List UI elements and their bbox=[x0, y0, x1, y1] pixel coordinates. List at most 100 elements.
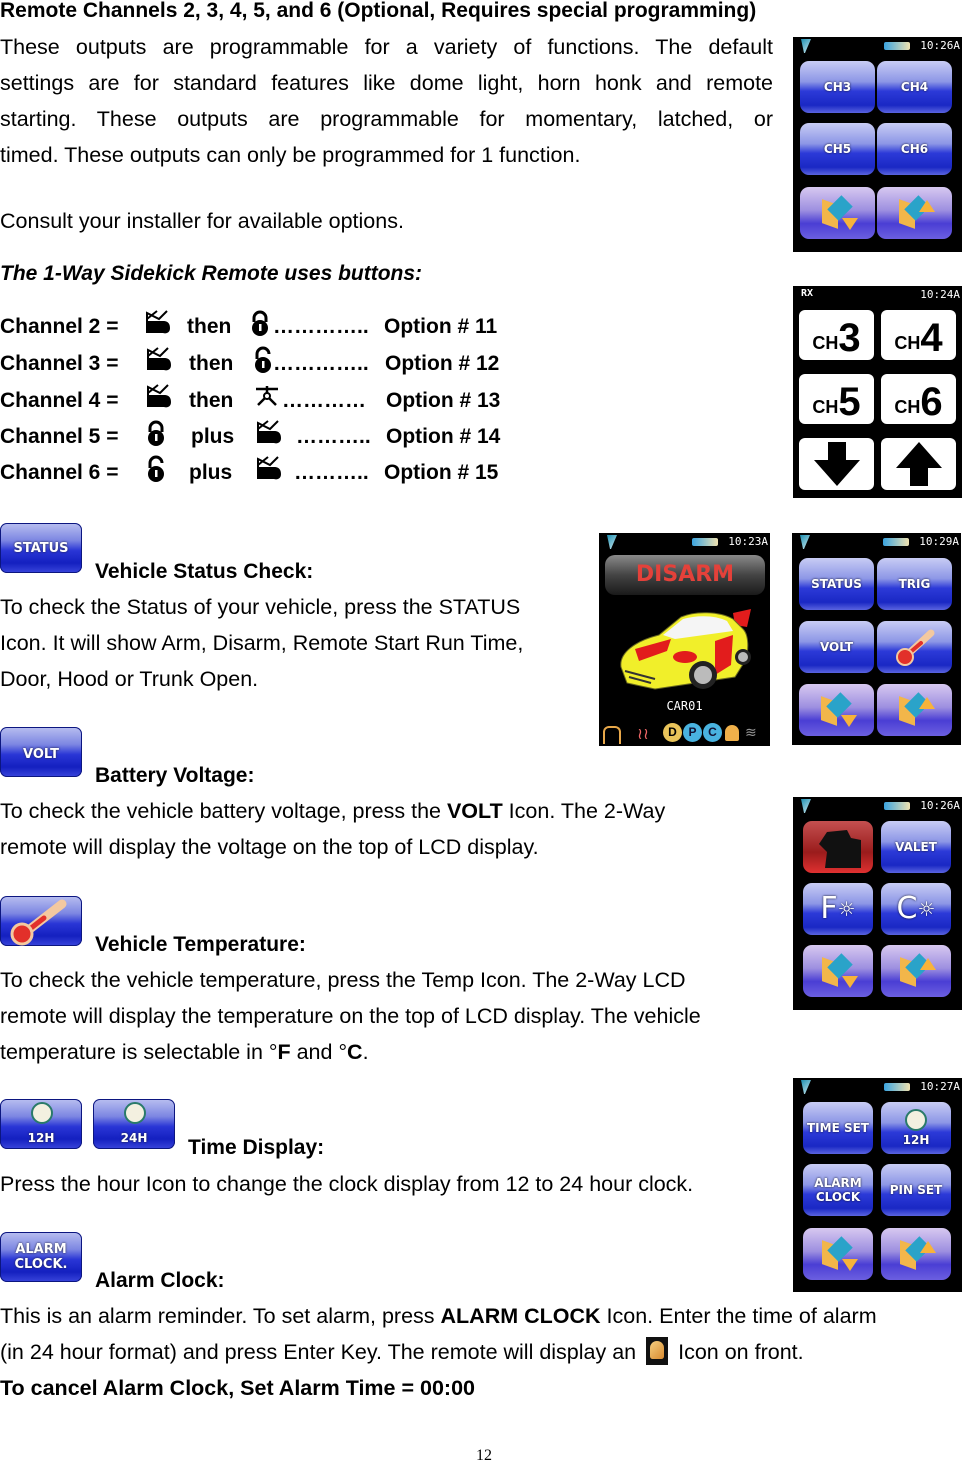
temp-app-icon bbox=[0, 896, 82, 946]
channel-row: Channel 5 = plus ……….. Option # 14 bbox=[0, 419, 560, 455]
channel-option: Option # 14 bbox=[386, 425, 501, 448]
car-image bbox=[620, 609, 751, 690]
trig-button: TRIG bbox=[877, 558, 952, 610]
channel-option: Option # 15 bbox=[384, 461, 499, 484]
channel-joiner: then bbox=[189, 352, 234, 375]
channel-option: Option # 12 bbox=[385, 352, 500, 375]
pin-set-button: PIN SET bbox=[881, 1164, 951, 1216]
status-app-icon: STATUS bbox=[0, 523, 82, 573]
antenna-icon bbox=[801, 1080, 811, 1094]
screen-disarm: 10:23A DISARM CAR01 ≀≀ D P C ≋ bbox=[599, 533, 770, 746]
valet-button: VALET bbox=[881, 821, 951, 873]
24h-app-icon: 24H bbox=[93, 1099, 175, 1149]
alarm-line: This is an alarm reminder. To set alarm,… bbox=[0, 1304, 877, 1328]
screen-channels-2way: 10:26A CH3 CH4 CH5 CH6 bbox=[793, 37, 962, 252]
ch4-button: CH4 bbox=[881, 310, 956, 360]
folder-up-icon bbox=[896, 953, 936, 988]
page-up-button bbox=[877, 684, 952, 736]
screen-time: 10:24A bbox=[920, 288, 960, 301]
intro-paragraph: These outputs are programmable for a var… bbox=[0, 29, 773, 173]
channel-label: Channel 3 = bbox=[0, 352, 119, 375]
channel-row: Channel 4 = then ………… Option # 13 bbox=[0, 383, 560, 419]
intro-line: starting. These outputs are programmable… bbox=[0, 107, 773, 131]
status-button: STATUS bbox=[799, 558, 874, 610]
time-paragraph: Press the hour Icon to change the clock … bbox=[0, 1172, 694, 1196]
trunk-icon bbox=[146, 346, 172, 374]
temp-button bbox=[877, 621, 952, 673]
up-arrow-button bbox=[881, 438, 956, 490]
bell-indicator-icon bbox=[725, 725, 739, 741]
volt-line: remote will display the voltage on the t… bbox=[0, 835, 539, 859]
screen-valet-menu: 10:26A VALET F ☼ C ☼ bbox=[793, 797, 962, 1010]
channel-label: Channel 6 = bbox=[0, 461, 119, 484]
unlock-indicator-icon bbox=[603, 726, 621, 744]
down-arrow-icon bbox=[813, 442, 860, 486]
star-icon bbox=[254, 383, 280, 411]
12h-button: 12H bbox=[881, 1102, 951, 1154]
channel-leader-dots: ……….. bbox=[296, 425, 371, 448]
channel-leader-dots: ……….. bbox=[294, 461, 369, 484]
status-heading: Vehicle Status Check: bbox=[95, 560, 314, 583]
channel-row: Channel 2 = then ………….. Option # 11 bbox=[0, 309, 560, 345]
signal-indicator-icon: ≋ bbox=[745, 724, 757, 740]
page-down-button bbox=[803, 1228, 873, 1280]
temp-line: To check the vehicle temperature, press … bbox=[0, 968, 686, 992]
clock-icon bbox=[31, 1102, 53, 1124]
antenna-icon bbox=[801, 799, 811, 813]
folder-down-icon bbox=[818, 195, 858, 230]
thermometer-icon bbox=[895, 629, 934, 666]
folder-down-icon bbox=[817, 692, 857, 727]
alarm-heading: Alarm Clock: bbox=[95, 1269, 225, 1292]
screen-status-menu: 10:29A STATUS TRIG VOLT bbox=[792, 533, 961, 745]
screen-time: 10:26A bbox=[920, 799, 960, 812]
ch3-button: CH3 bbox=[800, 61, 875, 113]
volt-paragraph: To check the vehicle battery voltage, pr… bbox=[0, 793, 665, 865]
lock-icon bbox=[143, 419, 169, 447]
door-indicator: D bbox=[663, 723, 682, 742]
folder-up-icon bbox=[896, 1236, 936, 1271]
up-arrow-icon bbox=[895, 442, 942, 486]
ch5-button: CH5 bbox=[799, 374, 874, 424]
channel-leader-dots: ………….. bbox=[273, 315, 369, 338]
trunk-icon bbox=[256, 419, 282, 447]
sidekick-heading: The 1-Way Sidekick Remote uses buttons: bbox=[0, 262, 423, 285]
folder-down-icon bbox=[818, 953, 858, 988]
screen-time: 10:23A bbox=[728, 535, 768, 548]
screen-time: 10:27A bbox=[920, 1080, 960, 1093]
trunk-icon bbox=[256, 455, 282, 483]
volt-app-icon: VOLT bbox=[0, 727, 82, 777]
channel-leader-dots: ………… bbox=[282, 389, 366, 412]
ch6-button: CH6 bbox=[881, 374, 956, 424]
sun-icon: ☼ bbox=[917, 897, 936, 921]
page-down-button bbox=[803, 945, 873, 997]
volt-line: To check the vehicle battery voltage, pr… bbox=[0, 799, 666, 823]
ch4-button: CH4 bbox=[877, 61, 952, 113]
battery-icon bbox=[883, 538, 909, 546]
screen-channels-1way: RX 10:24A CH 3 CH 4 CH 5 CH 6 bbox=[793, 286, 962, 498]
clock-icon bbox=[124, 1102, 146, 1124]
channel-joiner: then bbox=[187, 315, 232, 338]
parking-indicator: P bbox=[683, 723, 702, 742]
channel-row: Channel 6 = plus ……….. Option # 15 bbox=[0, 455, 560, 491]
page-down-button bbox=[799, 684, 874, 736]
alarm-clock-button: ALARM CLOCK bbox=[803, 1164, 873, 1216]
intro-line: timed. These outputs can only be program… bbox=[0, 143, 581, 167]
page-up-button bbox=[881, 1228, 951, 1280]
thermometer-icon bbox=[10, 899, 67, 946]
consult-text: Consult your installer for available opt… bbox=[0, 209, 404, 233]
screen-time-menu: 10:27A TIME SET 12H ALARM CLOCK PIN SET bbox=[793, 1078, 962, 1292]
alarm-paragraph: This is an alarm reminder. To set alarm,… bbox=[0, 1298, 877, 1406]
folder-up-icon bbox=[895, 195, 935, 230]
car-indicator: C bbox=[703, 723, 722, 742]
status-indicators: ≀≀ D P C ≋ bbox=[601, 722, 767, 744]
heat-indicator-icon: ≀≀ bbox=[637, 726, 649, 743]
alarm-clock-app-icon: ALARM CLOCK. bbox=[0, 1232, 82, 1282]
battery-icon bbox=[884, 1083, 910, 1091]
channel-option: Option # 11 bbox=[384, 315, 498, 338]
antenna-icon bbox=[800, 535, 810, 549]
panic-button bbox=[803, 821, 873, 873]
time-heading: Time Display: bbox=[188, 1136, 325, 1159]
volt-heading: Battery Voltage: bbox=[95, 764, 255, 787]
alarm-line: (in 24 hour format) and press Enter Key.… bbox=[0, 1334, 877, 1370]
temp-line: remote will display the temperature on t… bbox=[0, 1004, 701, 1028]
